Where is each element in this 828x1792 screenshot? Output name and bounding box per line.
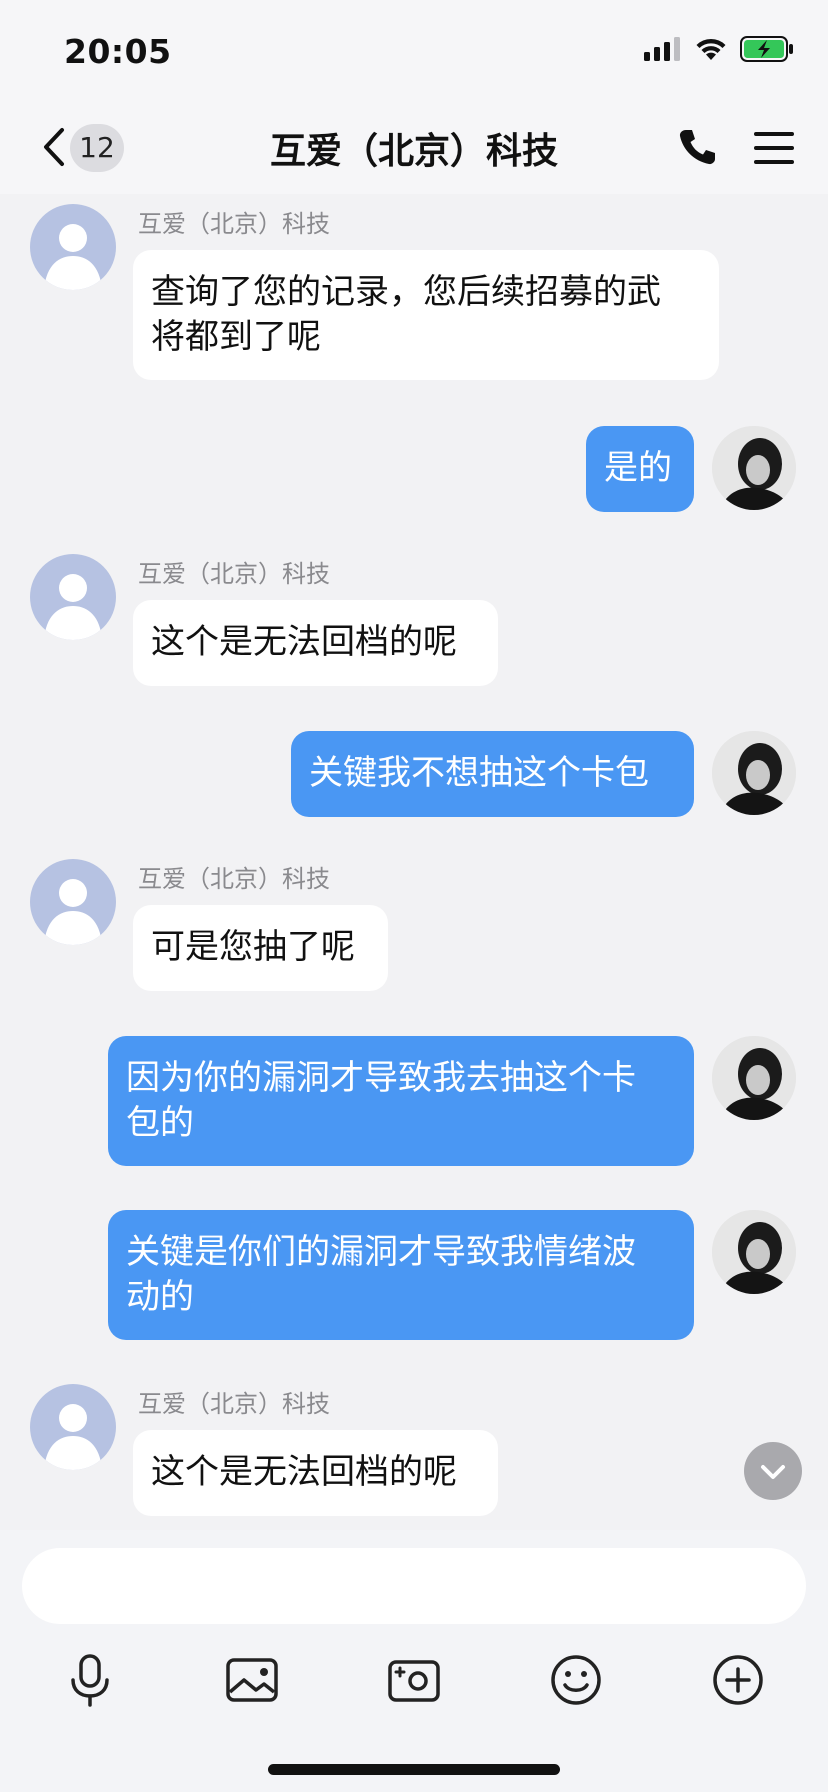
camera-icon[interactable] (384, 1650, 444, 1710)
service-avatar[interactable] (30, 204, 116, 290)
wifi-icon (696, 38, 726, 60)
cellular-signal-icon (644, 37, 680, 61)
default-user-icon (44, 1404, 102, 1470)
default-user-icon (44, 879, 102, 945)
scroll-to-bottom-button[interactable] (744, 1442, 802, 1500)
home-indicator[interactable] (268, 1764, 560, 1775)
service-avatar[interactable] (30, 554, 116, 640)
message-bubble-received[interactable]: 这个是无法回档的呢 (133, 600, 498, 686)
message-line: 动的 (126, 1277, 194, 1317)
default-user-icon (44, 574, 102, 640)
phone-icon[interactable] (678, 128, 716, 166)
message-line: 这个是无法回档的呢 (151, 622, 457, 662)
message-bubble-received[interactable]: 这个是无法回档的呢 (133, 1430, 498, 1516)
message-line: 将都到了呢 (151, 317, 321, 357)
message-bubble-sent[interactable]: 关键我不想抽这个卡包 (291, 731, 694, 817)
my-avatar[interactable] (712, 1210, 796, 1294)
message-line: 可是您抽了呢 (151, 927, 355, 967)
chat-message-list[interactable]: 互爱（北京）科技 查询了您的记录，您后续招募的武 将都到了呢 是的 互爱（北京）… (0, 194, 828, 1530)
microphone-icon[interactable] (60, 1650, 120, 1710)
message-bubble-received[interactable]: 可是您抽了呢 (133, 905, 388, 991)
battery-charging-icon (740, 36, 793, 62)
menu-icon[interactable] (754, 130, 794, 166)
message-bubble-sent[interactable]: 关键是你们的漏洞才导致我情绪波 动的 (108, 1210, 694, 1340)
message-line: 查询了您的记录，您后续招募的武 (151, 272, 661, 312)
default-user-icon (44, 224, 102, 290)
status-bar: 20:05 (0, 0, 828, 100)
service-avatar[interactable] (30, 859, 116, 945)
message-bubble-received[interactable]: 查询了您的记录，您后续招募的武 将都到了呢 (133, 250, 719, 380)
profile-photo-icon (712, 731, 796, 815)
sender-name: 互爱（北京）科技 (138, 1390, 330, 1418)
message-bubble-sent[interactable]: 因为你的漏洞才导致我去抽这个卡 包的 (108, 1036, 694, 1166)
my-avatar[interactable] (712, 1036, 796, 1120)
composer-toolbar (0, 1650, 828, 1740)
service-avatar[interactable] (30, 1384, 116, 1470)
plus-icon[interactable] (708, 1650, 768, 1710)
profile-photo-icon (712, 1036, 796, 1120)
profile-photo-icon (712, 1210, 796, 1294)
image-icon[interactable] (222, 1650, 282, 1710)
chevron-down-icon (761, 1465, 785, 1479)
message-line: 关键是你们的漏洞才导致我情绪波 (126, 1232, 636, 1272)
message-line: 包的 (126, 1103, 194, 1143)
message-line: 关键我不想抽这个卡包 (309, 753, 649, 793)
sender-name: 互爱（北京）科技 (138, 865, 330, 893)
sender-name: 互爱（北京）科技 (138, 210, 330, 238)
message-line: 因为你的漏洞才导致我去抽这个卡 (126, 1058, 636, 1098)
status-time: 20:05 (64, 32, 172, 71)
message-bubble-sent[interactable]: 是的 (586, 426, 694, 512)
sender-name: 互爱（北京）科技 (138, 560, 330, 588)
my-avatar[interactable] (712, 426, 796, 510)
message-input[interactable] (22, 1548, 806, 1624)
message-line: 这个是无法回档的呢 (151, 1452, 457, 1492)
profile-photo-icon (712, 426, 796, 510)
my-avatar[interactable] (712, 731, 796, 815)
emoji-icon[interactable] (546, 1650, 606, 1710)
status-icons (644, 36, 794, 62)
message-line: 是的 (604, 448, 672, 488)
nav-bar: 12 互爱（北京）科技 (0, 100, 828, 194)
composer-area (0, 1530, 828, 1792)
